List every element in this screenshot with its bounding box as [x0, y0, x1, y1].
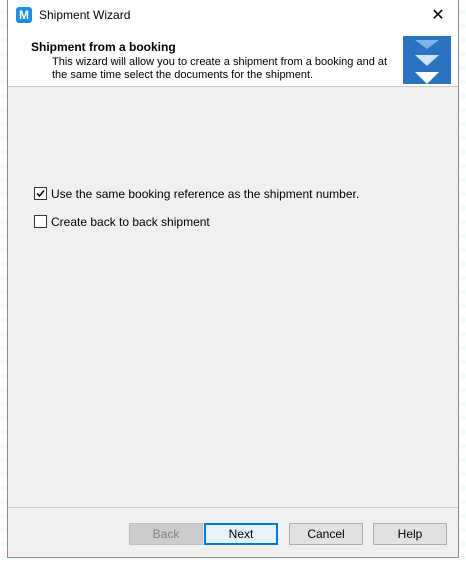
back-to-back-option[interactable]: Create back to back shipment [34, 215, 210, 229]
window-title: Shipment Wizard [39, 8, 131, 22]
wizard-header: Shipment from a booking This wizard will… [8, 31, 458, 87]
close-button[interactable]: ✕ [418, 0, 458, 31]
cancel-button[interactable]: Cancel [289, 523, 363, 545]
footer-divider [8, 507, 458, 508]
app-logo-icon: M [16, 7, 32, 23]
chevron-down-stack-icon [403, 36, 451, 84]
title-bar[interactable]: M Shipment Wizard ✕ [8, 0, 458, 31]
next-button[interactable]: Next [204, 523, 278, 545]
same-reference-checkbox[interactable] [34, 187, 47, 201]
help-button[interactable]: Help [373, 523, 447, 545]
same-reference-option[interactable]: Use the same booking reference as the sh… [34, 187, 359, 201]
back-to-back-checkbox[interactable] [34, 215, 47, 229]
same-reference-label: Use the same booking reference as the sh… [51, 187, 360, 201]
page-description: This wizard will allow you to create a s… [52, 56, 388, 81]
checkmark-icon [36, 190, 45, 198]
back-button[interactable]: Back [129, 523, 203, 545]
wizard-content: Use the same booking reference as the sh… [8, 87, 458, 507]
wizard-window: M Shipment Wizard ✕ Shipment from a book… [7, 0, 459, 558]
close-icon: ✕ [431, 7, 445, 24]
back-to-back-label: Create back to back shipment [51, 215, 210, 229]
page-title: Shipment from a booking [31, 40, 176, 54]
